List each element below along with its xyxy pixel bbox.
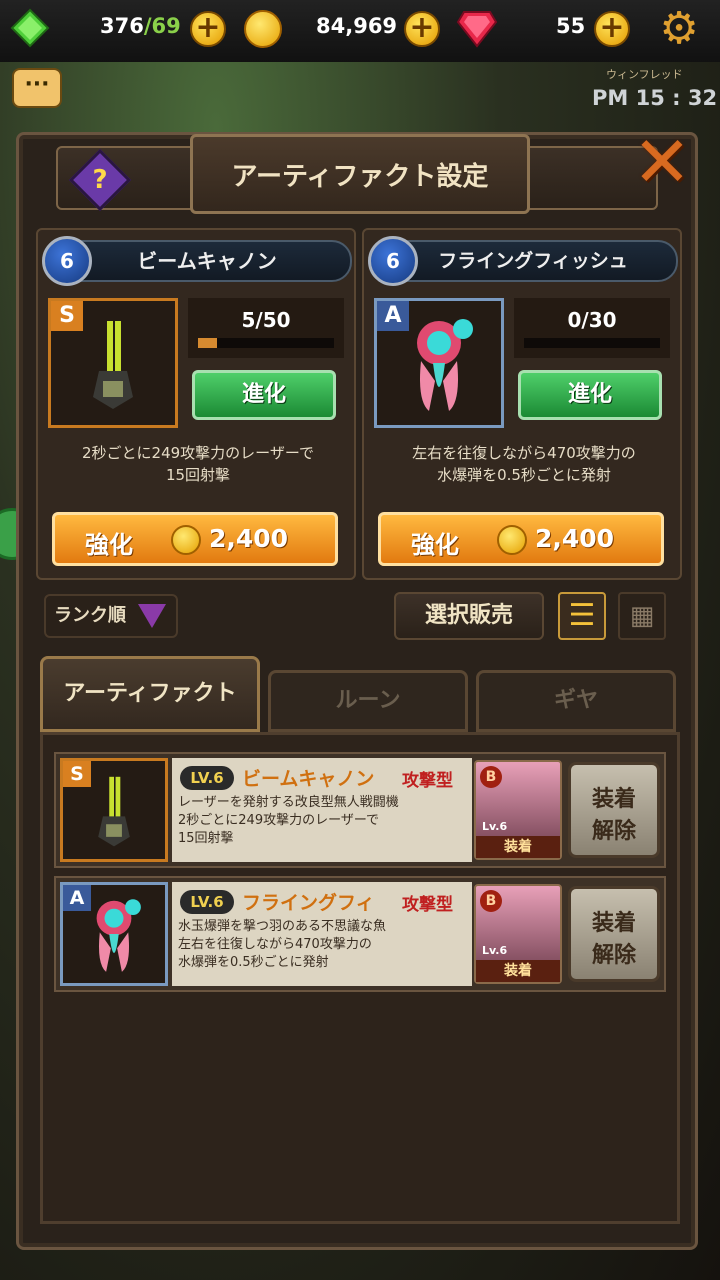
gold-coin-icon: [171, 525, 201, 555]
equipped-hero-portrait[interactable]: B Lv.6 装着: [474, 760, 562, 860]
dialog-title: アーティファクト設定: [231, 162, 489, 192]
unequip-label: 装着: [591, 911, 636, 936]
artifact-description: レーザーを発射する改良型無人戦闘機 2秒ごとに249攻撃力のレーザーで 15回射…: [178, 794, 468, 848]
sort-label: ランク順: [54, 605, 126, 626]
artifact-info: LV.6 ビームキャノン 攻撃型 レーザーを発射する改良型無人戦闘機 2秒ごとに…: [172, 758, 472, 862]
artifact-name: フライングフィ: [242, 892, 375, 914]
desc-line: 水玉爆弾を撃つ羽のある不思議な魚: [178, 919, 387, 934]
bulk-sell-button[interactable]: 選択販売: [394, 592, 544, 640]
progress-text: 5/50: [241, 308, 291, 332]
desc-line: 15回射撃: [165, 466, 231, 484]
desc-line: 15回射撃: [178, 831, 234, 846]
beam-cannon-icon: S: [60, 758, 168, 862]
artifact-info: LV.6 フライングフィ 攻撃型 水玉爆弾を撃つ羽のある不思議な魚 左右を往復し…: [172, 882, 472, 986]
list-view-icon[interactable]: ☰: [558, 592, 606, 640]
level-pill: LV.6: [180, 766, 234, 790]
desc-line: 2秒ごとに249攻撃力のレーザーで: [178, 813, 380, 828]
upgrade-cost: 2,400: [535, 524, 615, 553]
progress-fill: [198, 338, 218, 348]
flying-fish-icon: A: [60, 882, 168, 986]
upgrade-button[interactable]: 強化 2,400: [378, 512, 664, 566]
gold-coin-icon: [497, 525, 527, 555]
artifact-name: ビームキャノン: [242, 768, 375, 790]
unequip-label: 装着: [591, 787, 636, 812]
evolve-button[interactable]: 進化: [518, 370, 662, 420]
gear-icon[interactable]: ⚙: [656, 6, 702, 52]
rank-badge: S: [63, 761, 91, 787]
beam-cannon-icon[interactable]: S: [48, 298, 178, 428]
hero-level: Lv.6: [482, 820, 508, 833]
rank-badge: S: [51, 301, 83, 331]
tab-gear[interactable]: ギヤ: [476, 670, 676, 732]
clock-time: PM 15 : 32: [592, 86, 718, 110]
hero-rank-badge: B: [480, 766, 502, 788]
upgrade-label: 強化: [85, 531, 133, 559]
desc-line: 水爆弾を0.5秒ごとに発射: [178, 955, 329, 970]
equipped-hero-portrait[interactable]: B Lv.6 装着: [474, 884, 562, 984]
unequip-button[interactable]: 装着 解除: [568, 762, 660, 858]
artifact-description: 左右を往復しながら470攻撃力の 水爆弾を0.5秒ごとに発射: [374, 442, 674, 486]
artifact-level-badge: 6: [42, 236, 92, 286]
level-pill: LV.6: [180, 890, 234, 914]
add-stamina-button[interactable]: +: [190, 11, 226, 47]
equipped-tag: 装着: [476, 960, 560, 982]
question-icon: ?: [92, 165, 108, 195]
chat-icon[interactable]: ···: [12, 68, 62, 108]
desc-line: レーザーを発射する改良型無人戦闘機: [178, 795, 399, 810]
artifact-level-badge: 6: [368, 236, 418, 286]
upgrade-button[interactable]: 強化 2,400: [52, 512, 338, 566]
list-item[interactable]: S LV.6 ビームキャノン 攻撃型 レーザーを発射する改良型無人戦闘機 2秒ご…: [54, 752, 666, 868]
desc-line: 2秒ごとに249攻撃力のレーザーで: [82, 444, 314, 462]
ruby-icon: [456, 11, 498, 48]
artifact-type: 攻撃型: [402, 895, 453, 915]
artifact-description: 2秒ごとに249攻撃力のレーザーで 15回射撃: [48, 442, 348, 486]
unequip-button[interactable]: 装着 解除: [568, 886, 660, 982]
desc-line: 左右を往復しながら470攻撃力の: [412, 444, 636, 462]
clock-caption: ウィンフレッド: [606, 68, 683, 81]
tab-rune[interactable]: ルーン: [268, 670, 468, 732]
unequip-label: 解除: [591, 819, 636, 844]
progress-text: 0/30: [567, 308, 617, 332]
gems-value: 55: [556, 14, 586, 38]
hero-rank-badge: B: [480, 890, 502, 912]
evolve-button[interactable]: 進化: [192, 370, 336, 420]
artifact-type: 攻撃型: [402, 771, 453, 791]
unequip-label: 解除: [591, 943, 636, 968]
artifact-description: 水玉爆弾を撃つ羽のある不思議な魚 左右を往復しながら470攻撃力の 水爆弾を0.…: [178, 918, 468, 972]
stamina-value: 376/69: [100, 14, 181, 38]
gold-coin-icon: [244, 10, 282, 48]
list-item[interactable]: A LV.6 フライングフィ 攻撃型 水玉爆弾を撃つ羽のある不思議な魚 左右を往…: [54, 876, 666, 992]
equipped-artifact-card-2: フライングフィッシュ 6 A 0/30 進化 左右を往復しながら470攻撃力の …: [362, 228, 682, 580]
desc-line: 左右を往復しながら470攻撃力の: [178, 937, 372, 952]
add-gems-button[interactable]: +: [594, 11, 630, 47]
progress-bar: [524, 338, 660, 348]
rank-badge: A: [377, 301, 409, 331]
flying-fish-icon[interactable]: A: [374, 298, 504, 428]
rank-badge: A: [63, 885, 91, 911]
upgrade-cost: 2,400: [209, 524, 289, 553]
upgrade-label: 強化: [411, 531, 459, 559]
equipped-artifact-card-1: ビームキャノン 6 S 5/50 進化 2秒ごとに249攻撃力のレーザーで 15…: [36, 228, 356, 580]
close-icon[interactable]: ✕: [630, 127, 694, 197]
artifact-name: ビームキャノン: [62, 240, 352, 282]
desc-line: 水爆弾を0.5秒ごとに発射: [437, 466, 611, 484]
progress-bar: [198, 338, 334, 348]
dropdown-triangle-icon: [138, 604, 166, 628]
grid-view-icon[interactable]: ▦: [618, 592, 666, 640]
hero-level: Lv.6: [482, 944, 508, 957]
gold-value: 84,969: [316, 14, 398, 38]
artifact-name: フライングフィッシュ: [388, 240, 678, 282]
tab-artifact[interactable]: アーティファクト: [40, 656, 260, 732]
equipped-tag: 装着: [476, 836, 560, 858]
add-gold-button[interactable]: +: [404, 11, 440, 47]
green-gem-icon: [10, 8, 50, 48]
